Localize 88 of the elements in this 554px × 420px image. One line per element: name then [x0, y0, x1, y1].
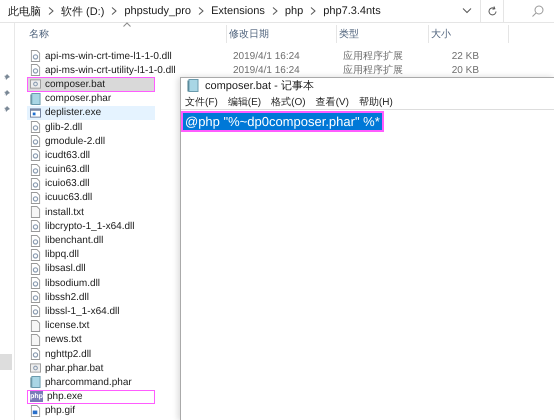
file-item[interactable]: nghttp2.dll	[27, 346, 155, 362]
file-item[interactable]: composer.phar	[27, 92, 155, 106]
file-item[interactable]: icudt63.dll	[27, 148, 155, 162]
refresh-icon	[486, 6, 498, 16]
gear-file-icon	[30, 149, 41, 162]
file-icon	[30, 92, 41, 105]
menu-item[interactable]: 文件(F)	[185, 95, 218, 109]
refresh-button[interactable]	[480, 0, 504, 22]
file-item[interactable]: libcrypto-1_1-x64.dll	[27, 219, 155, 234]
gear-file-icon	[30, 121, 41, 134]
file-item[interactable]: install.txt	[27, 205, 155, 220]
type-cell-text: 应用程序扩展	[342, 50, 404, 64]
chevron-right-icon	[111, 7, 118, 15]
document-icon	[30, 206, 41, 218]
file-item[interactable]: libssl-1_1-x64.dll	[27, 304, 155, 319]
file-item[interactable]: pharcommand.phar	[27, 375, 155, 390]
column-header[interactable]: 修改日期	[227, 25, 337, 43]
file-item[interactable]: composer.bat	[27, 77, 155, 92]
pin-icon[interactable]	[3, 73, 11, 81]
file-item[interactable]: news.txt	[27, 332, 155, 347]
size-cell-text: 20 KB	[450, 64, 480, 76]
pin-icon[interactable]	[3, 105, 11, 113]
gear-file-icon	[30, 178, 41, 190]
gear-file-icon	[30, 348, 41, 360]
gear-window-icon	[30, 362, 41, 374]
gear-file-icon	[30, 64, 41, 76]
notepad-icon	[187, 79, 199, 92]
gear-file-icon	[30, 220, 41, 232]
column-header[interactable]: 大小	[429, 25, 509, 43]
breadcrumb[interactable]: php	[280, 5, 308, 17]
file-item[interactable]: gmodule-2.dll	[27, 134, 155, 148]
file-item[interactable]: libsasl.dll	[27, 262, 155, 276]
sort-caret-icon[interactable]	[123, 22, 131, 27]
chevron-right-icon	[198, 7, 204, 15]
breadcrumb[interactable]: 此电脑	[4, 4, 45, 18]
type-cell-text: 应用程序扩展	[342, 64, 404, 78]
column-header[interactable]: 类型	[337, 25, 429, 43]
menu-item[interactable]: 格式(O)	[271, 95, 306, 109]
breadcrumb[interactable]: phpstudy_pro	[120, 5, 196, 17]
chevron-right-icon	[48, 7, 54, 15]
gear-file-icon	[30, 135, 41, 148]
breadcrumb[interactable]: Extensions	[207, 5, 269, 17]
pin-icon[interactable]	[3, 89, 11, 97]
file-item[interactable]: glib-2.dll	[27, 120, 155, 134]
gear-file-icon	[30, 277, 41, 290]
chevron-right-icon	[272, 7, 278, 15]
gear-window-icon	[30, 78, 41, 90]
file-item[interactable]: libpq.dll	[27, 248, 155, 262]
document-icon	[30, 320, 41, 332]
nav-item-highlight	[0, 354, 12, 370]
text-content[interactable]: @php "%~dp0composer.phar" %*	[181, 111, 384, 132]
file-item[interactable]: api-ms-win-crt-utility-l1-1-0.dll	[27, 63, 177, 78]
gear-file-icon	[30, 192, 41, 204]
breadcrumb[interactable]: 软件 (D:)	[57, 4, 108, 18]
chevron-right-icon	[310, 7, 316, 15]
menu-item[interactable]: 帮助(H)	[358, 95, 393, 109]
gear-file-icon	[30, 262, 41, 275]
document-icon	[30, 334, 41, 346]
file-item[interactable]: libsodium.dll	[27, 276, 155, 290]
column-header[interactable]: 名称	[27, 25, 227, 43]
file-item[interactable]: license.txt	[27, 318, 155, 333]
size-cell-text: 22 KB	[450, 50, 480, 62]
file-item[interactable]: libssh2.dll	[27, 290, 155, 304]
file-item[interactable]: api-ms-win-crt-time-l1-1-0.dll	[27, 49, 173, 64]
menu-item[interactable]: 查看(V)	[316, 95, 349, 109]
date-cell-text: 2019/4/1 16:24	[232, 50, 301, 62]
file-item[interactable]: icuin63.dll	[27, 162, 155, 177]
gear-file-icon	[30, 291, 41, 304]
breadcrumb[interactable]: php7.3.4nts	[319, 5, 385, 17]
date-cell-text: 2019/4/1 16:24	[232, 64, 301, 76]
window-title: composer.bat - 记事本	[205, 79, 314, 93]
window-icon	[30, 106, 41, 119]
file-item[interactable]: icuuc63.dll	[27, 190, 155, 206]
chevron-down-icon[interactable]	[462, 8, 472, 14]
gear-file-icon	[30, 305, 41, 318]
gear-file-icon	[30, 248, 41, 261]
menu-item[interactable]: 编辑(E)	[228, 95, 262, 109]
file-item[interactable]: deplister.exe	[27, 106, 155, 120]
gear-file-icon	[30, 234, 41, 247]
file-icon	[30, 376, 41, 388]
image-file-icon	[30, 404, 41, 417]
file-item[interactable]: phar.phar.bat	[27, 361, 155, 376]
file-item[interactable]: php.gif	[27, 404, 155, 418]
gear-file-icon	[30, 50, 41, 62]
file-item[interactable]: icuio63.dll	[27, 176, 155, 191]
search-icon[interactable]	[532, 5, 544, 17]
gear-file-icon	[30, 164, 41, 176]
file-item[interactable]: libenchant.dll	[27, 233, 155, 248]
